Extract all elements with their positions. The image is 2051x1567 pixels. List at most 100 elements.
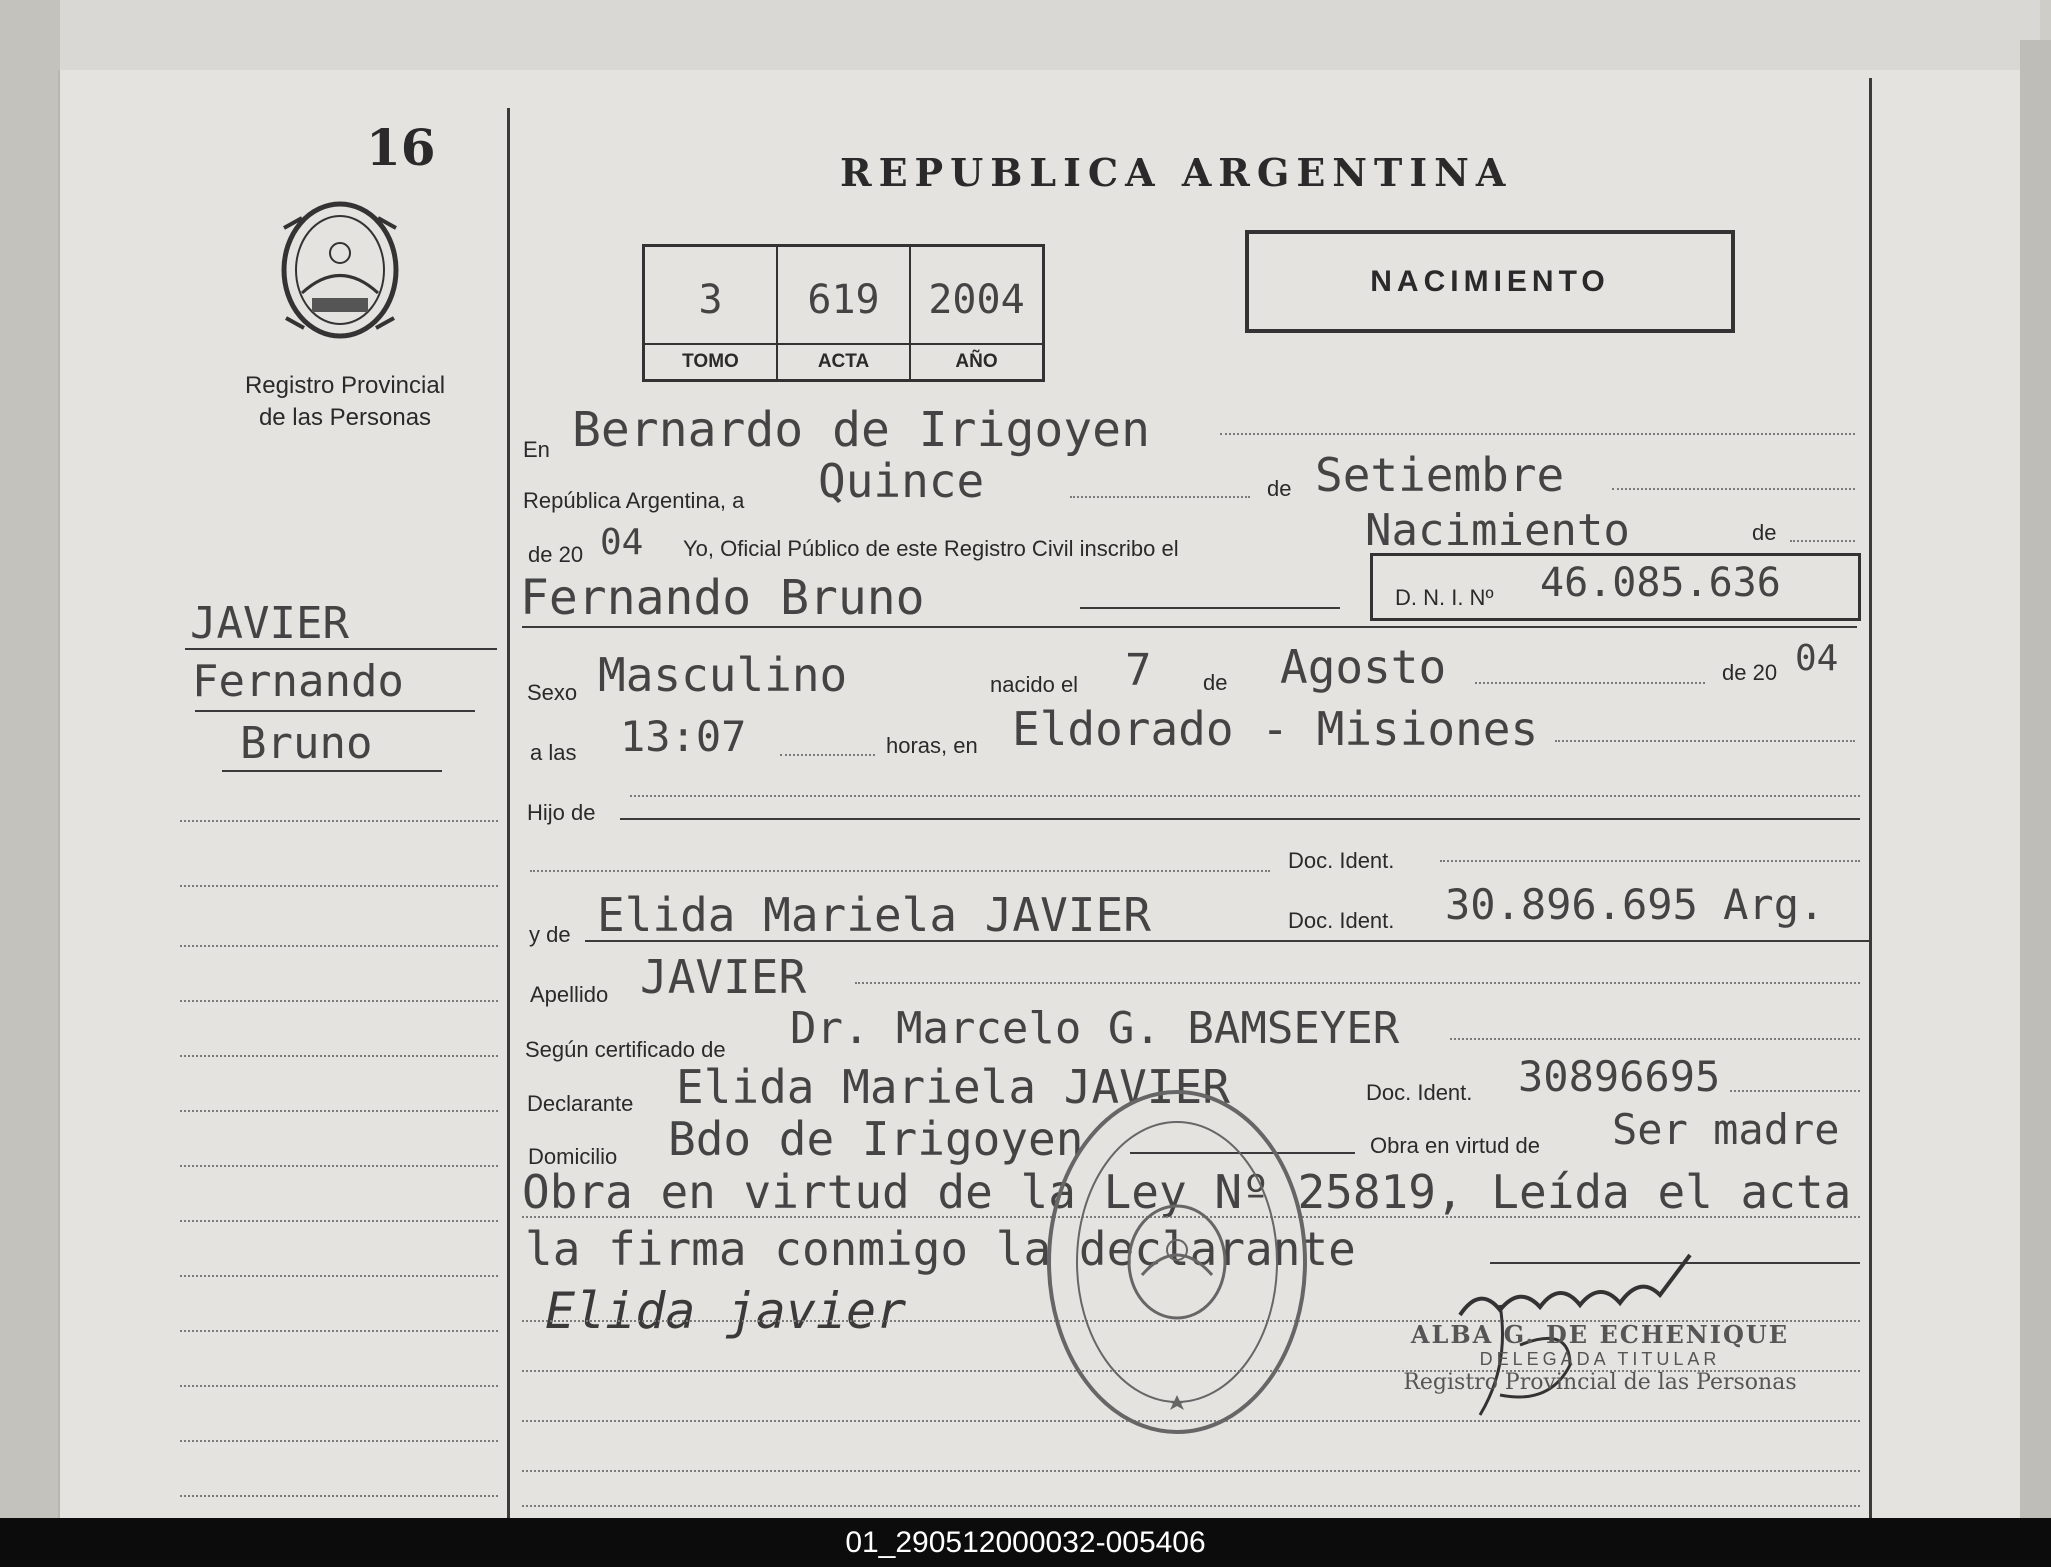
right-border-line (1869, 78, 1872, 1518)
official-seal-icon (1047, 1090, 1307, 1434)
birth-month-line (1475, 682, 1705, 684)
provincial-emblem-icon (281, 201, 399, 339)
obra-label: Obra en virtud de (1370, 1133, 1540, 1158)
de20-label-2: de 20 (1722, 660, 1778, 685)
de-label-2: de (1752, 520, 1777, 545)
child-name-line (1080, 607, 1340, 609)
note-rule-6 (522, 1470, 1860, 1472)
birth-day-value: 7 (1125, 645, 1152, 696)
margin-line (180, 1275, 498, 1277)
acta-value: 619 (807, 277, 880, 323)
apellido-label: Apellido (530, 982, 609, 1007)
domicilio-value: Bdo de Irigoyen (668, 1112, 1084, 1166)
nacido-label: nacido el (990, 672, 1079, 697)
page-right-edge (2020, 40, 2051, 1520)
father-line (530, 870, 1270, 872)
birth-place-value: Eldorado - Misiones (1012, 702, 1539, 756)
mother-rule (585, 940, 1870, 942)
child-name-value: Fernando Bruno (520, 570, 925, 626)
margin-line (180, 1330, 498, 1332)
anio-value: 2004 (928, 277, 1025, 323)
month-line (1612, 488, 1855, 490)
day-line (1070, 496, 1250, 498)
year-suffix: 04 (600, 522, 644, 563)
birth-place-line (1555, 740, 1855, 742)
en-label: En (523, 437, 550, 462)
margin-name-1: JAVIER (190, 598, 349, 649)
sex-value: Masculino (598, 648, 848, 702)
place-line (1220, 433, 1855, 435)
doc-ident-label: Doc. Ident. (1288, 848, 1395, 873)
declarante-doc-line (1730, 1090, 1860, 1092)
registry-line-1: Registro Provincial (244, 372, 446, 399)
alas-label: a las (530, 740, 577, 765)
anio-label: AÑO (911, 343, 1042, 379)
margin-rule-2 (195, 710, 475, 712)
anio-cell: 2004 AÑO (911, 247, 1042, 379)
record-number-box: 3 TOMO 619 ACTA 2004 AÑO (642, 244, 1045, 382)
tomo-label: TOMO (645, 343, 776, 379)
day-value: Quince (818, 454, 985, 508)
mother-doc-value: 30.896.695 Arg. (1445, 880, 1825, 929)
hijo-line (630, 795, 1860, 797)
doctor-value: Dr. Marcelo G. BAMSEYER (790, 1003, 1400, 1054)
signer-role: DELEGADA TITULAR (1479, 1349, 1721, 1369)
surname-value: JAVIER (640, 950, 807, 1004)
mother-name-value: Elida Mariela JAVIER (597, 888, 1151, 942)
declarant-signature: Elida javier (545, 1282, 907, 1340)
obra-value: Ser madre (1612, 1105, 1840, 1154)
margin-line (180, 1165, 498, 1167)
registry-line-2: de las Personas (258, 404, 432, 431)
dni-label: D. N. I. Nº (1395, 585, 1494, 610)
official-signer-block: ALBA G. DE ECHENIQUE DELEGADA TITULAR Re… (1390, 1320, 1810, 1395)
yde-label: y de (529, 922, 571, 947)
page-number: 16 (366, 118, 436, 177)
horas-label: horas, en (886, 733, 978, 758)
declarante-doc-value: 30896695 (1518, 1052, 1721, 1101)
declarante-label: Declarante (527, 1091, 634, 1116)
acta-cell: 619 ACTA (778, 247, 911, 379)
act-type-value: Nacimiento (1365, 505, 1630, 556)
registry-caption: Registro Provincial de las Personas (200, 370, 490, 434)
de-label: de (1267, 476, 1292, 501)
section-rule-1 (522, 626, 1857, 628)
doctor-line (1450, 1038, 1860, 1040)
hijo-label: Hijo de (527, 800, 596, 825)
surname-line (855, 982, 1860, 984)
margin-line (180, 820, 498, 822)
acta-label: ACTA (778, 343, 909, 379)
place-value: Bernardo de Irigoyen (572, 402, 1150, 458)
signer-registry: Registro Provincial de las Personas (1403, 1370, 1797, 1395)
hijo-rule (620, 818, 1860, 820)
de-line (1790, 540, 1855, 542)
margin-line (180, 1440, 498, 1442)
margin-name-3: Bruno (240, 718, 373, 769)
margin-rule-1 (185, 648, 497, 650)
margin-line (180, 1000, 498, 1002)
margin-line (180, 1055, 498, 1057)
signer-name: ALBA G. DE ECHENIQUE (1410, 1320, 1790, 1349)
margin-line (180, 1495, 498, 1497)
month-value: Setiembre (1315, 448, 1565, 502)
document-id-footer: 01_290512000032-005406 (0, 1518, 2051, 1567)
tomo-cell: 3 TOMO (645, 247, 778, 379)
birth-time-line (780, 754, 875, 756)
margin-line (180, 1385, 498, 1387)
country-title: REPUBLICA ARGENTINA (840, 150, 1513, 195)
dni-value: 46.085.636 (1540, 560, 1781, 606)
note-rule-7 (522, 1505, 1860, 1507)
de-label-3: de (1203, 670, 1228, 695)
margin-name-2: Fernando (192, 656, 404, 707)
doc-ident-label-2: Doc. Ident. (1288, 908, 1395, 933)
margin-line (180, 1110, 498, 1112)
margin-divider (507, 108, 510, 1518)
margin-rule-3 (222, 770, 442, 772)
margin-line (180, 1220, 498, 1222)
doc-ident-label-3: Doc. Ident. (1366, 1080, 1473, 1105)
birth-year-suffix: 04 (1795, 638, 1839, 679)
desk-background (0, 0, 60, 1567)
sexo-label: Sexo (527, 680, 578, 705)
tomo-value: 3 (698, 277, 723, 323)
republica-label: República Argentina, a (523, 488, 745, 513)
father-doc-line (1440, 860, 1860, 862)
